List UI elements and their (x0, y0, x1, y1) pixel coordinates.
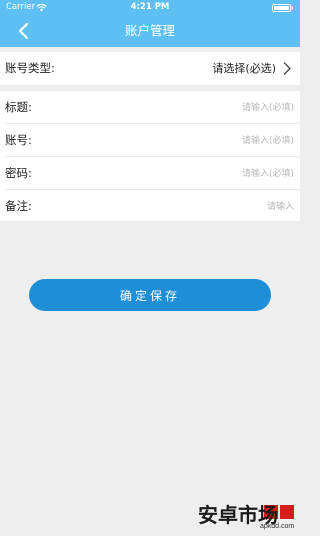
title-input[interactable] (124, 97, 294, 118)
form-row-note: 备注: (0, 190, 300, 223)
account-input[interactable] (124, 130, 294, 151)
note-input[interactable] (124, 196, 294, 217)
nav-bar: 账户管理 (0, 15, 300, 47)
account-label: 账号: (5, 133, 32, 147)
form-row-title: 标题: (0, 91, 300, 124)
account-type-label: 账号类型: (5, 61, 55, 75)
watermark-logo: 安卓市场 apkdd.com (198, 503, 298, 533)
page-title: 账户管理 (124, 23, 175, 38)
status-time: 4:21 PM (130, 2, 170, 12)
status-bar: Carrier 4:21 PM (0, 0, 300, 15)
note-label: 备注: (5, 199, 32, 213)
watermark-red-box (280, 505, 294, 519)
watermark-domain: apkdd.com (260, 523, 295, 530)
chevron-left-icon[interactable] (14, 21, 34, 41)
chevron-right-icon[interactable] (282, 62, 292, 75)
save-button[interactable]: 确定保存 (29, 279, 271, 311)
title-label: 标题: (5, 100, 32, 114)
account-type-value[interactable]: 请选择(必选) (212, 52, 276, 85)
password-label: 密码: (5, 166, 32, 180)
account-type-selector[interactable]: 账号类型: 请选择(必选) (0, 52, 300, 85)
form-row-password: 密码: (0, 157, 300, 190)
app-header: Carrier 4:21 PM 账户管理 (0, 0, 300, 47)
form-row-account: 账号: (0, 124, 300, 157)
account-form: 标题: 账号: 密码: 备注: (0, 91, 300, 221)
battery-icon (272, 4, 293, 12)
password-input[interactable] (124, 163, 294, 184)
